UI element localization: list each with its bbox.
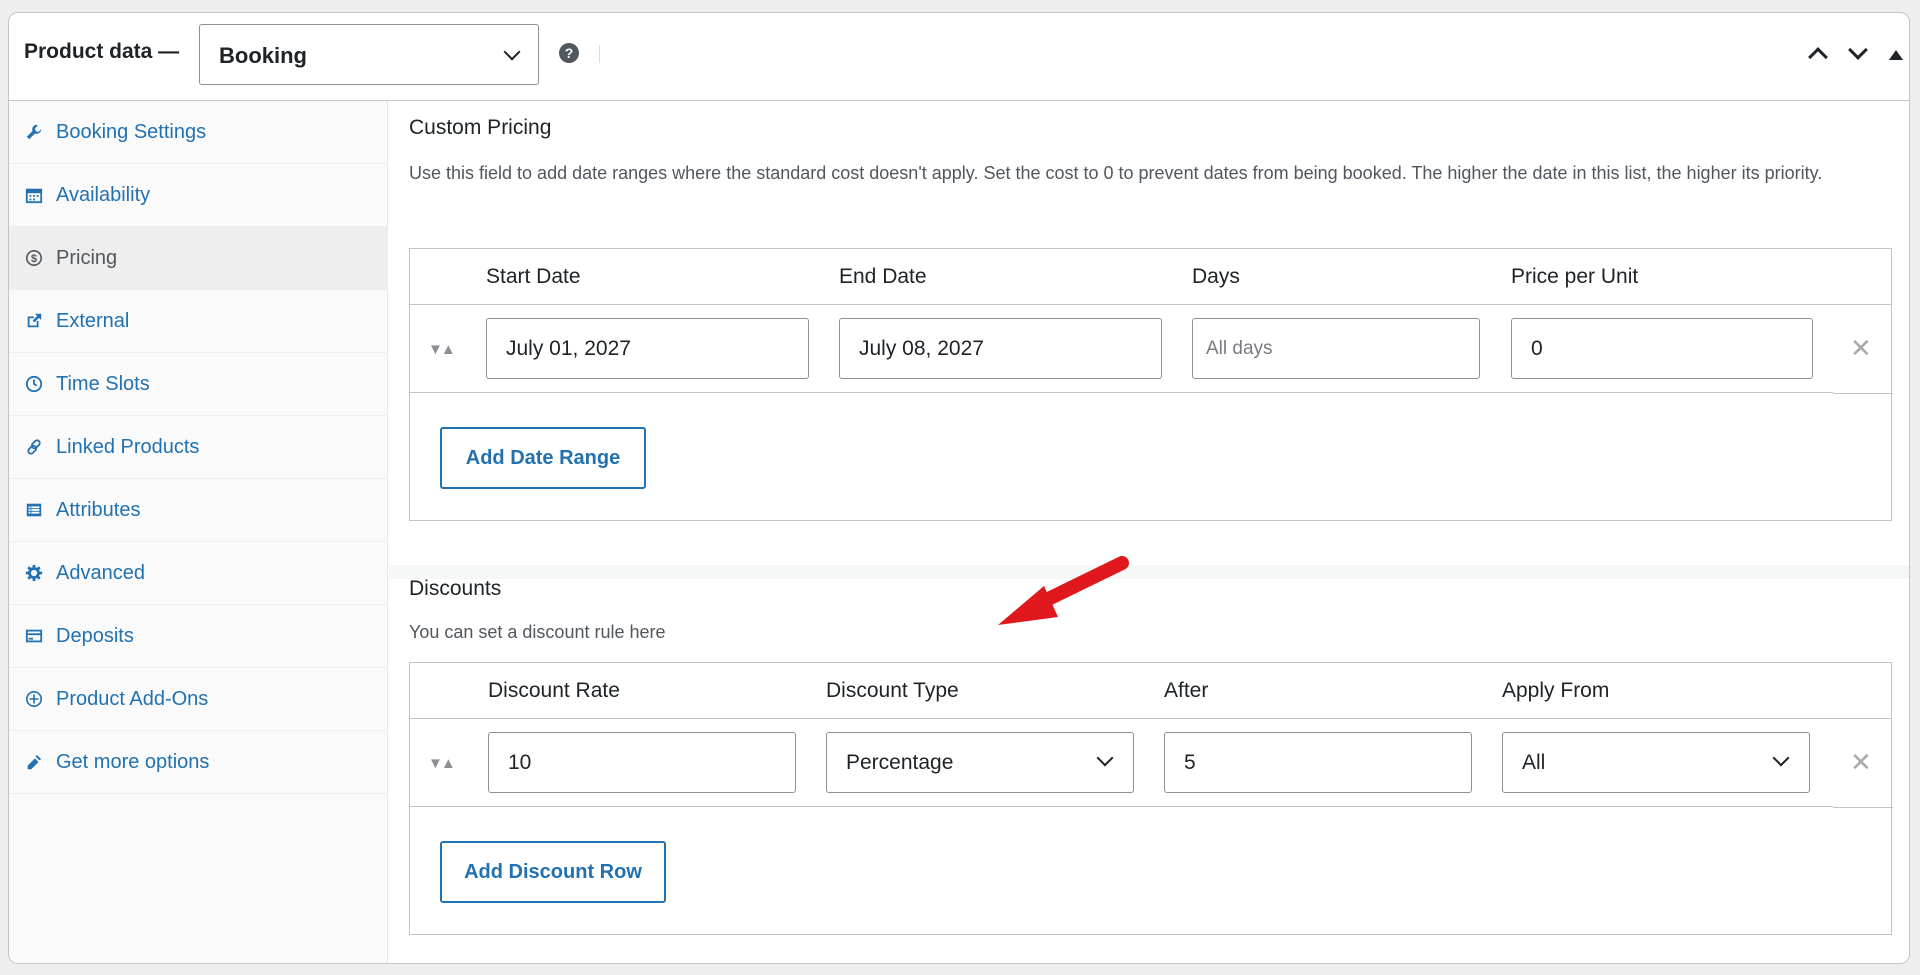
- discount-type-select[interactable]: Percentage: [826, 732, 1134, 793]
- panel-header: Product data — Booking ?: [9, 13, 1909, 101]
- end-date-input[interactable]: July 08, 2027: [839, 318, 1162, 379]
- custom-pricing-title: Custom Pricing: [409, 116, 552, 139]
- column-after: After: [1164, 679, 1209, 702]
- dollar-icon: $: [23, 247, 45, 269]
- tab-label: Availability: [56, 183, 151, 206]
- discount-type-value: Percentage: [846, 751, 954, 774]
- tab-label: Pricing: [56, 246, 118, 269]
- tab-time-slots[interactable]: Time Slots: [9, 353, 388, 416]
- move-up-button[interactable]: [1803, 39, 1833, 69]
- section-separator: [389, 565, 1909, 579]
- product-type-value: Booking: [219, 43, 307, 68]
- clock-icon: [23, 373, 45, 395]
- start-date-input[interactable]: July 01, 2027: [486, 318, 809, 379]
- card-icon: [23, 625, 45, 647]
- column-days: Days: [1192, 265, 1240, 288]
- calendar-icon: [23, 184, 45, 206]
- discounts-table: Discount Rate Discount Type After Apply …: [409, 662, 1893, 935]
- end-date-value: July 08, 2027: [859, 337, 984, 360]
- collapse-toggle-icon[interactable]: [1889, 50, 1903, 60]
- days-placeholder: All days: [1206, 338, 1273, 359]
- add-date-range-button[interactable]: Add Date Range: [440, 427, 646, 489]
- row-divider: [1833, 807, 1893, 808]
- pricing-panel: Custom Pricing Use this field to add dat…: [389, 101, 1909, 963]
- link-icon: [23, 436, 45, 458]
- tab-deposits[interactable]: Deposits: [9, 605, 388, 668]
- column-end-date: End Date: [839, 265, 927, 288]
- tab-label: Get more options: [56, 750, 210, 773]
- table-header: Discount Rate Discount Type After Apply …: [410, 663, 1891, 719]
- tab-attributes[interactable]: Attributes: [9, 479, 388, 542]
- tab-availability[interactable]: Availability: [9, 164, 388, 227]
- move-down-button[interactable]: [1843, 39, 1873, 69]
- gear-icon: [23, 562, 45, 584]
- table-row: ▼▲ 10 Percentage 5 All: [410, 719, 1833, 807]
- tab-pricing[interactable]: $ Pricing: [9, 227, 388, 290]
- apply-from-select[interactable]: All: [1502, 732, 1810, 793]
- after-input[interactable]: 5: [1164, 732, 1472, 793]
- chevron-down-icon: [1848, 40, 1868, 60]
- after-value: 5: [1184, 751, 1196, 774]
- column-discount-rate: Discount Rate: [488, 679, 620, 702]
- discounts-title: Discounts: [409, 577, 502, 600]
- remove-row-icon[interactable]: ✕: [1850, 333, 1872, 364]
- tab-label: Linked Products: [56, 435, 200, 458]
- external-link-icon: [23, 310, 45, 332]
- tab-booking-settings[interactable]: Booking Settings: [9, 101, 388, 164]
- apply-from-value: All: [1522, 751, 1546, 774]
- product-data-tabs: Booking Settings Availability $ Pricing …: [9, 101, 388, 963]
- tab-label: External: [56, 309, 130, 332]
- sort-handle-icon[interactable]: ▼▲: [428, 755, 456, 772]
- chevron-down-icon: [1096, 749, 1114, 767]
- start-date-value: July 01, 2027: [506, 337, 631, 360]
- table-header: Start Date End Date Days Price per Unit: [410, 249, 1891, 305]
- price-per-unit-input[interactable]: 0: [1511, 318, 1813, 379]
- chevron-down-icon: [503, 43, 521, 61]
- table-row: ▼▲ July 01, 2027 July 08, 2027 All days …: [410, 305, 1833, 393]
- remove-row-icon[interactable]: ✕: [1850, 747, 1872, 778]
- price-value: 0: [1531, 337, 1543, 360]
- sort-handle-icon[interactable]: ▼▲: [428, 341, 456, 358]
- tab-label: Booking Settings: [56, 120, 207, 143]
- row-divider: [1833, 393, 1893, 394]
- discounts-description: You can set a discount rule here: [409, 622, 666, 642]
- discount-rate-value: 10: [508, 751, 532, 774]
- tab-label: Attributes: [56, 498, 141, 521]
- tab-label: Advanced: [56, 561, 145, 584]
- plus-circle-icon: [23, 688, 45, 710]
- tab-label: Deposits: [56, 624, 134, 647]
- tab-linked-products[interactable]: Linked Products: [9, 416, 388, 479]
- tab-get-more-options[interactable]: Get more options: [9, 731, 388, 794]
- wrench-icon: [23, 121, 45, 143]
- tab-advanced[interactable]: Advanced: [9, 542, 388, 605]
- svg-text:$: $: [31, 253, 37, 265]
- chevron-up-icon: [1808, 47, 1828, 67]
- tab-external[interactable]: External: [9, 290, 388, 353]
- chevron-down-icon: [1772, 749, 1790, 767]
- product-type-select[interactable]: Booking: [199, 24, 539, 85]
- tab-product-add-ons[interactable]: Product Add-Ons: [9, 668, 388, 731]
- days-input[interactable]: All days: [1192, 318, 1480, 379]
- column-start-date: Start Date: [486, 265, 581, 288]
- header-divider: [599, 45, 600, 63]
- column-discount-type: Discount Type: [826, 679, 959, 702]
- tab-label: Product Add-Ons: [56, 687, 209, 710]
- column-price-per-unit: Price per Unit: [1511, 265, 1639, 288]
- custom-pricing-description: Use this field to add date ranges where …: [409, 163, 1823, 183]
- list-icon: [23, 499, 45, 521]
- column-apply-from: Apply From: [1502, 679, 1610, 702]
- add-discount-row-button[interactable]: Add Discount Row: [440, 841, 666, 903]
- annotation-arrow-icon: [998, 556, 1129, 625]
- product-data-panel: Product data — Booking ? Booking Setting…: [8, 12, 1910, 964]
- tab-label: Time Slots: [56, 372, 150, 395]
- panel-title: Product data —: [24, 40, 180, 63]
- help-icon[interactable]: ?: [559, 43, 579, 63]
- megaphone-icon: [23, 751, 45, 773]
- custom-pricing-table: Start Date End Date Days Price per Unit …: [409, 248, 1893, 521]
- discount-rate-input[interactable]: 10: [488, 732, 796, 793]
